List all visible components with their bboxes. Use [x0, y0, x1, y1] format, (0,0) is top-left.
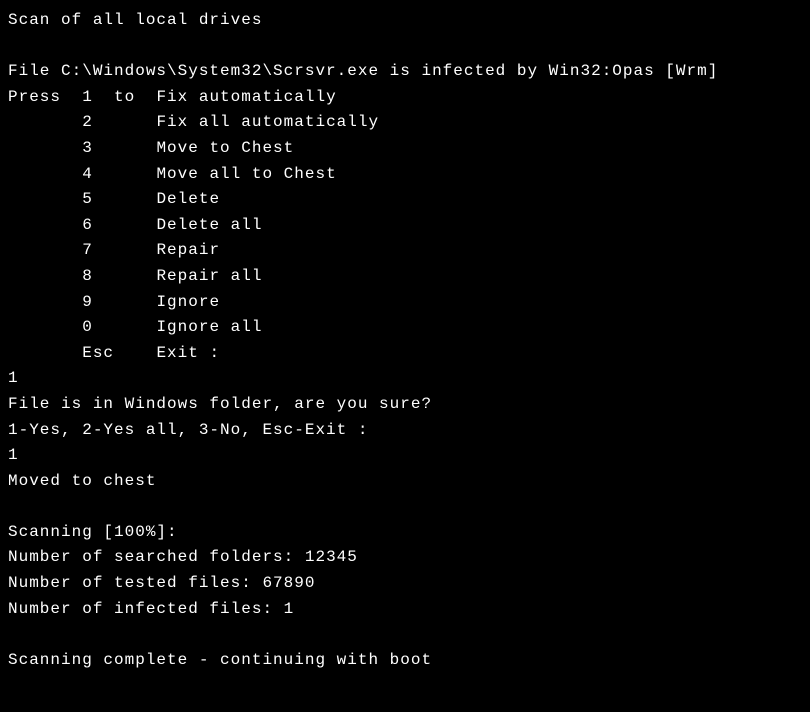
stat-folders: Number of searched folders: 12345	[8, 545, 802, 571]
option-row-6[interactable]: 6 Delete all	[8, 213, 802, 239]
stat-infected: Number of infected files: 1	[8, 597, 802, 623]
option-key: 6	[82, 216, 93, 234]
scan-title: Scan of all local drives	[8, 8, 802, 34]
option-label: Fix automatically	[156, 88, 336, 106]
confirm-prompt: File is in Windows folder, are you sure?	[8, 392, 802, 418]
option-key: 3	[82, 139, 93, 157]
infection-message: File C:\Windows\System32\Scrsvr.exe is i…	[8, 59, 802, 85]
option-key: 5	[82, 190, 93, 208]
option-row-7[interactable]: 7 Repair	[8, 238, 802, 264]
option-label: Ignore all	[156, 318, 262, 336]
option-row-1[interactable]: Press 1 to Fix automatically	[8, 85, 802, 111]
stat-files: Number of tested files: 67890	[8, 571, 802, 597]
option-row-0[interactable]: 0 Ignore all	[8, 315, 802, 341]
option-label: Move to Chest	[156, 139, 294, 157]
option-key: 9	[82, 293, 93, 311]
option-key: 7	[82, 241, 93, 259]
user-input-1: 1	[8, 366, 802, 392]
option-row-3[interactable]: 3 Move to Chest	[8, 136, 802, 162]
blank-line	[8, 622, 802, 648]
option-label: Delete	[156, 190, 220, 208]
press-label: Press	[8, 88, 61, 106]
option-label: Move all to Chest	[156, 165, 336, 183]
option-row-5[interactable]: 5 Delete	[8, 187, 802, 213]
confirm-options[interactable]: 1-Yes, 2-Yes all, 3-No, Esc-Exit :	[8, 418, 802, 444]
stat-label: Number of tested files:	[8, 574, 252, 592]
option-label: Repair all	[156, 267, 262, 285]
option-label: Repair	[156, 241, 220, 259]
option-row-9[interactable]: 9 Ignore	[8, 290, 802, 316]
user-input-2: 1	[8, 443, 802, 469]
option-row-4[interactable]: 4 Move all to Chest	[8, 162, 802, 188]
option-label: Fix all automatically	[156, 113, 379, 131]
complete-message: Scanning complete - continuing with boot	[8, 648, 802, 674]
option-label: Exit :	[156, 344, 220, 362]
option-key: 4	[82, 165, 93, 183]
result-message: Moved to chest	[8, 469, 802, 495]
option-key: 8	[82, 267, 93, 285]
option-key: 1	[82, 88, 93, 106]
option-key: Esc	[82, 344, 114, 362]
stat-value: 67890	[262, 574, 315, 592]
option-key: 2	[82, 113, 93, 131]
stat-label: Number of searched folders:	[8, 548, 294, 566]
option-label: Delete all	[156, 216, 262, 234]
blank-line	[8, 34, 802, 60]
stat-label: Number of infected files:	[8, 600, 273, 618]
option-label: Ignore	[156, 293, 220, 311]
option-row-esc[interactable]: Esc Exit :	[8, 341, 802, 367]
to-label: to	[114, 88, 135, 106]
option-key: 0	[82, 318, 93, 336]
option-row-2[interactable]: 2 Fix all automatically	[8, 110, 802, 136]
option-row-8[interactable]: 8 Repair all	[8, 264, 802, 290]
blank-line	[8, 494, 802, 520]
stat-value: 12345	[305, 548, 358, 566]
scanning-progress: Scanning [100%]:	[8, 520, 802, 546]
stat-value: 1	[284, 600, 295, 618]
